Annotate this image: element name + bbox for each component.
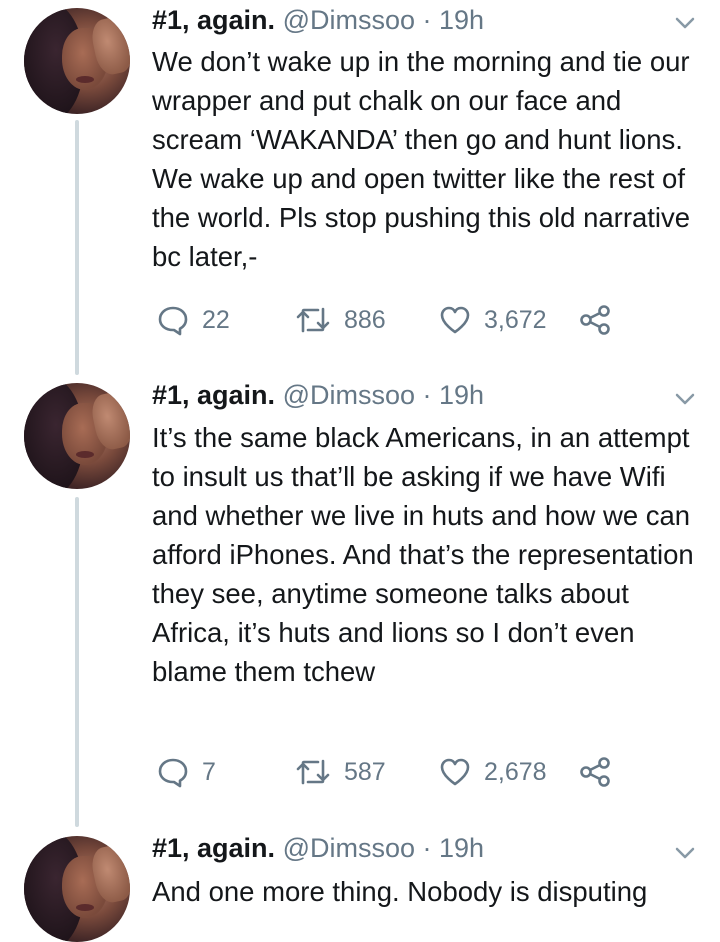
- timestamp[interactable]: · 19h: [423, 833, 485, 863]
- tweet-text: We don’t wake up in the morning and tie …: [152, 46, 691, 272]
- retweet-count: 587: [344, 757, 386, 786]
- display-name[interactable]: #1, again.: [152, 833, 275, 863]
- reply-button[interactable]: 7: [156, 752, 216, 792]
- heart-icon: [438, 755, 472, 789]
- display-name[interactable]: #1, again.: [152, 380, 275, 410]
- chevron-down-icon[interactable]: [672, 10, 698, 36]
- heart-icon: [438, 303, 472, 337]
- retweet-count: 886: [344, 305, 386, 334]
- retweet-icon: [294, 755, 332, 789]
- share-button[interactable]: [578, 752, 612, 792]
- reply-count: 7: [202, 757, 216, 786]
- reply-icon: [156, 755, 190, 789]
- chevron-down-icon[interactable]: [672, 840, 698, 866]
- timestamp[interactable]: · 19h: [423, 380, 485, 410]
- reply-icon: [156, 303, 190, 337]
- username[interactable]: @Dimssoo: [283, 833, 415, 863]
- username[interactable]: @Dimssoo: [283, 5, 415, 35]
- tweet-text: It’s the same black Americans, in an att…: [152, 422, 694, 687]
- timestamp[interactable]: · 19h: [423, 5, 485, 35]
- tweet-text: And one more thing. Nobody is disputing: [152, 876, 648, 907]
- like-button[interactable]: 3,672: [438, 300, 547, 340]
- tweet-header: #1, again. @Dimssoo · 19h: [152, 3, 484, 37]
- reply-count: 22: [202, 305, 230, 334]
- like-button[interactable]: 2,678: [438, 752, 547, 792]
- share-button[interactable]: [578, 300, 612, 340]
- thread-line: [75, 120, 79, 375]
- share-icon: [578, 755, 612, 789]
- tweet-header: #1, again. @Dimssoo · 19h: [152, 378, 484, 412]
- avatar[interactable]: [24, 8, 130, 114]
- retweet-icon: [294, 303, 332, 337]
- share-icon: [578, 303, 612, 337]
- username[interactable]: @Dimssoo: [283, 380, 415, 410]
- reply-button[interactable]: 22: [156, 300, 230, 340]
- tweet-header: #1, again. @Dimssoo · 19h: [152, 831, 484, 865]
- chevron-down-icon[interactable]: [672, 386, 698, 412]
- avatar[interactable]: [24, 383, 130, 489]
- display-name[interactable]: #1, again.: [152, 5, 275, 35]
- like-count: 2,678: [484, 757, 547, 786]
- thread-line: [75, 497, 79, 827]
- avatar[interactable]: [24, 836, 130, 942]
- retweet-button[interactable]: 886: [294, 300, 386, 340]
- retweet-button[interactable]: 587: [294, 752, 386, 792]
- like-count: 3,672: [484, 305, 547, 334]
